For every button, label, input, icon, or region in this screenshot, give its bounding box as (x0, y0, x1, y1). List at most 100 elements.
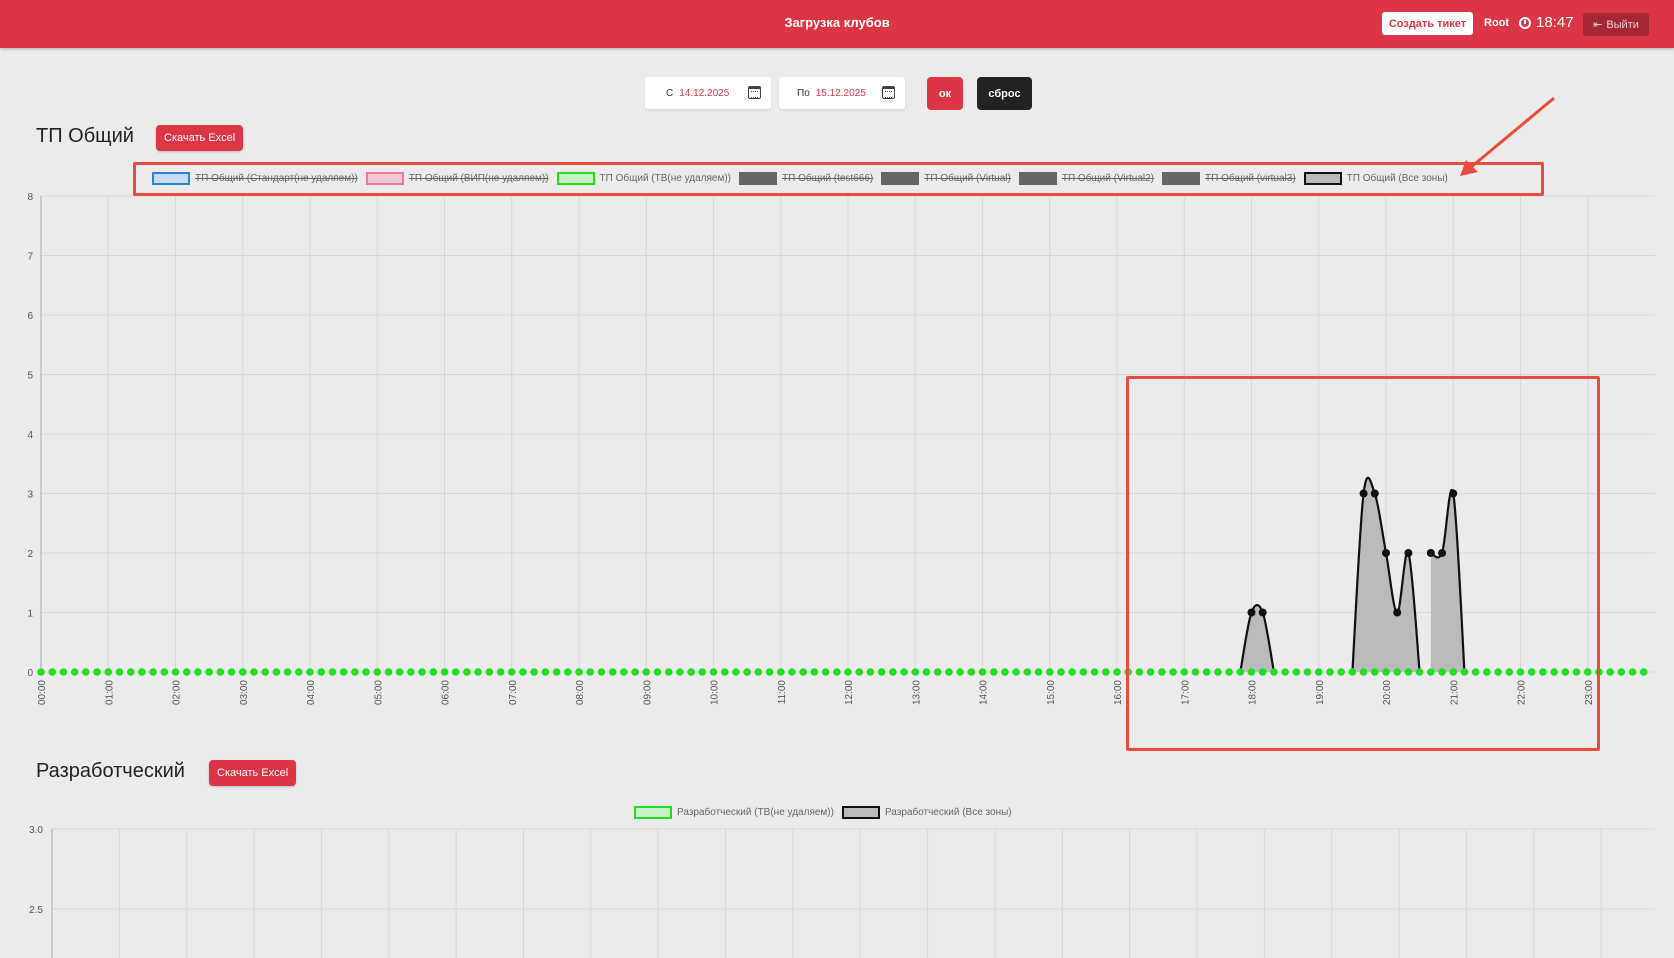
data-point (776, 668, 785, 676)
download-excel-button[interactable]: Скачать Excel (209, 760, 297, 786)
data-point (1090, 668, 1099, 676)
date-to-field[interactable]: По 15.12.2025 (779, 77, 905, 109)
data-point (485, 668, 494, 676)
date-to-value: 15.12.2025 (815, 87, 866, 99)
data-point (149, 668, 157, 676)
y-tick-label: 1 (27, 609, 33, 620)
data-point (272, 668, 281, 676)
user-name: Root (1484, 17, 1510, 29)
x-tick-label: 08:00 (575, 680, 586, 705)
data-point (676, 668, 684, 676)
ok-button[interactable]: ок (927, 77, 963, 110)
data-point (1101, 668, 1110, 676)
data-point (250, 668, 258, 676)
x-tick-label: 02:00 (172, 680, 183, 705)
data-point (93, 668, 101, 676)
data-point (967, 668, 976, 676)
data-point (37, 668, 45, 676)
x-tick-label: 05:00 (373, 680, 384, 705)
data-point (384, 668, 393, 676)
x-tick-label: 01:00 (104, 680, 115, 705)
clock: 18:47 (1519, 14, 1574, 31)
data-point (989, 668, 998, 676)
x-tick-label: 13:00 (911, 680, 922, 705)
data-point (182, 668, 191, 676)
calendar-icon[interactable] (748, 86, 761, 99)
data-point (1012, 668, 1020, 676)
data-point (115, 668, 124, 676)
chart-legend: Разработческий (ТВ(не удаляем)) Разработч… (634, 806, 1012, 819)
data-point (821, 668, 830, 676)
data-point (451, 668, 460, 676)
x-tick-label: 04:00 (306, 680, 317, 705)
data-point (407, 668, 415, 676)
data-point (317, 668, 326, 676)
data-point (1068, 668, 1076, 676)
data-point (743, 668, 751, 676)
data-point (194, 668, 202, 676)
date-from-field[interactable]: С 14.12.2025 (645, 77, 771, 109)
data-point (586, 668, 595, 676)
x-tick-label: 12:00 (844, 680, 855, 705)
y-tick-label: 8 (27, 192, 33, 203)
legend-swatch (841, 806, 880, 819)
data-point (227, 668, 236, 676)
data-point (283, 668, 292, 676)
data-point (138, 668, 146, 676)
data-point (799, 668, 807, 676)
data-point (1079, 668, 1088, 676)
data-point (945, 668, 953, 676)
legend-label: Разработческий (Все зоны) (884, 807, 1012, 818)
y-tick-label: 2 (27, 549, 33, 560)
data-point (844, 668, 852, 676)
legend-item[interactable]: Разработческий (ТВ(не удаляем)) (634, 806, 834, 819)
data-point (732, 668, 740, 676)
y-tick-label: 3.0 (29, 825, 43, 836)
data-point (294, 668, 303, 676)
data-point (1045, 668, 1054, 676)
data-point (933, 668, 942, 676)
annotation-legend-box (133, 162, 1544, 196)
calendar-icon[interactable] (882, 86, 895, 99)
y-tick-label: 5 (27, 371, 33, 382)
data-point (474, 668, 482, 676)
data-point (1113, 668, 1121, 676)
logout-icon: ⇤ (1593, 19, 1603, 31)
data-point (754, 668, 763, 676)
data-point (900, 668, 908, 676)
x-tick-label: 03:00 (239, 680, 250, 705)
data-point (351, 668, 359, 676)
data-point (608, 668, 617, 676)
x-tick-label: 06:00 (441, 680, 452, 705)
data-point (642, 668, 651, 676)
x-tick-label: 16:00 (1113, 680, 1124, 705)
y-tick-label: 0 (27, 668, 33, 679)
data-point (866, 668, 875, 676)
create-ticket-button[interactable]: Создать тикет (1382, 12, 1473, 35)
x-tick-label: 14:00 (979, 680, 990, 705)
x-tick-label: 10:00 (710, 680, 721, 705)
y-tick-label: 4 (27, 430, 33, 441)
data-point (1617, 668, 1626, 676)
date-from-value: 14.12.2025 (679, 87, 730, 99)
reset-button[interactable]: сброс (977, 77, 1032, 110)
data-point (339, 668, 348, 676)
data-point (205, 668, 213, 676)
data-point (395, 668, 404, 676)
logout-button[interactable]: ⇤ Выйти (1583, 13, 1649, 36)
data-point (541, 668, 550, 676)
data-point (418, 668, 426, 676)
legend-item[interactable]: Разработческий (Все зоны) (841, 806, 1012, 819)
data-point (911, 668, 920, 676)
top-bar: Загрузка клубов Создать тикет Root 18:47… (0, 0, 1674, 48)
data-point (765, 668, 774, 676)
data-point (687, 668, 695, 676)
data-point (59, 668, 68, 676)
download-excel-button[interactable]: Скачать Excel (156, 125, 244, 151)
data-point (496, 668, 505, 676)
data-point (855, 668, 864, 676)
data-point (216, 668, 225, 676)
clock-time: 18:47 (1536, 14, 1574, 31)
data-point (519, 668, 527, 676)
data-point (70, 668, 79, 676)
